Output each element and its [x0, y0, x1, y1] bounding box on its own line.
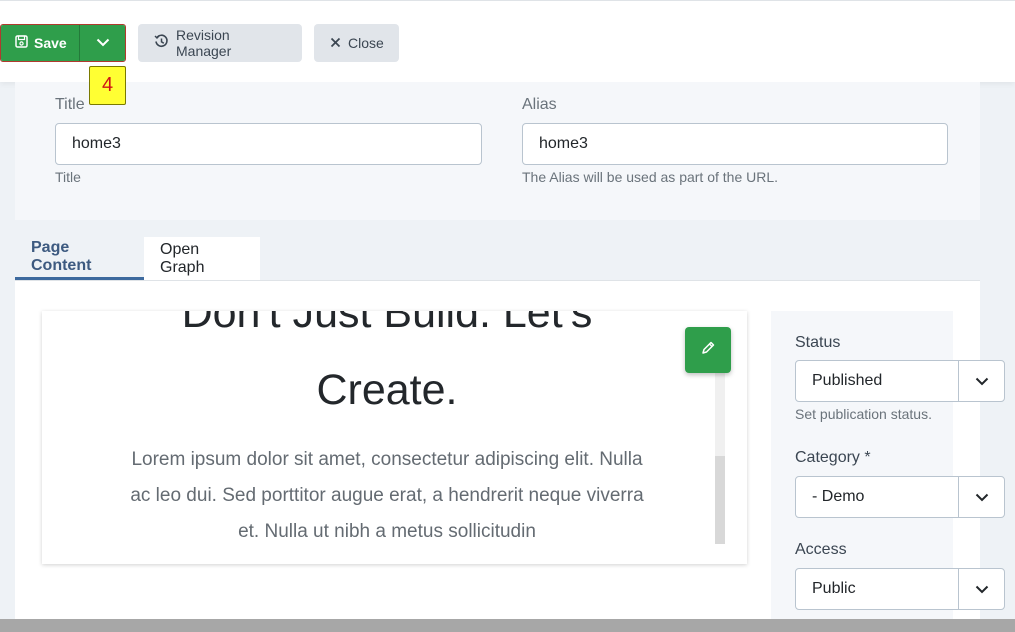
- title-help-text: Title: [55, 169, 81, 185]
- revision-manager-button[interactable]: Revision Manager: [138, 24, 302, 62]
- close-button[interactable]: Close: [314, 24, 399, 62]
- chevron-down-icon: [958, 477, 1004, 517]
- preview-paragraph: Lorem ipsum dolor sit amet, consectetur …: [130, 449, 644, 542]
- pencil-icon: [700, 340, 716, 361]
- close-icon: [330, 35, 341, 51]
- category-label: Category *: [795, 449, 871, 466]
- close-label: Close: [348, 35, 384, 51]
- page-builder-preview[interactable]: Don't Just Build. Let's Create. Lorem ip…: [42, 311, 747, 564]
- history-icon: [154, 34, 169, 52]
- preview-heading-line-1: Don't Just Build. Let's: [181, 311, 593, 337]
- status-label: Status: [795, 334, 841, 351]
- alias-help-text: The Alias will be used as part of the UR…: [522, 169, 779, 185]
- edit-page-button[interactable]: [685, 327, 731, 373]
- preview-scrollbar[interactable]: [715, 366, 725, 544]
- toolbar: Save Revision Manager Close: [0, 0, 1015, 82]
- category-select[interactable]: - Demo: [795, 476, 1005, 518]
- title-input[interactable]: home3: [55, 123, 482, 165]
- save-dropdown-toggle[interactable]: [80, 25, 125, 61]
- preview-heading-line-2: Create.: [316, 366, 458, 414]
- save-icon: [15, 35, 28, 51]
- tab-open-graph[interactable]: Open Graph: [144, 237, 260, 280]
- access-value: Public: [812, 580, 856, 597]
- save-button[interactable]: Save: [1, 25, 80, 61]
- horizontal-scrollbar[interactable]: [0, 619, 1015, 632]
- access-label: Access: [795, 541, 847, 558]
- tab-page-content[interactable]: Page Content: [15, 237, 144, 280]
- chevron-down-icon: [958, 361, 1004, 401]
- preview-scroll-thumb[interactable]: [715, 456, 725, 544]
- access-select[interactable]: Public: [795, 568, 1005, 610]
- title-label: Title: [55, 96, 85, 113]
- revision-manager-label: Revision Manager: [176, 27, 232, 59]
- alias-label: Alias: [522, 96, 557, 113]
- chevron-down-icon: [96, 34, 110, 52]
- status-value: Published: [812, 372, 883, 389]
- status-help-text: Set publication status.: [795, 406, 932, 422]
- status-select[interactable]: Published: [795, 360, 1005, 402]
- chevron-down-icon: [958, 569, 1004, 609]
- save-label: Save: [34, 35, 67, 51]
- category-value: - Demo: [812, 488, 865, 505]
- save-button-group: Save: [0, 24, 126, 62]
- alias-input[interactable]: home3: [522, 123, 948, 165]
- step-badge: 4: [89, 66, 126, 105]
